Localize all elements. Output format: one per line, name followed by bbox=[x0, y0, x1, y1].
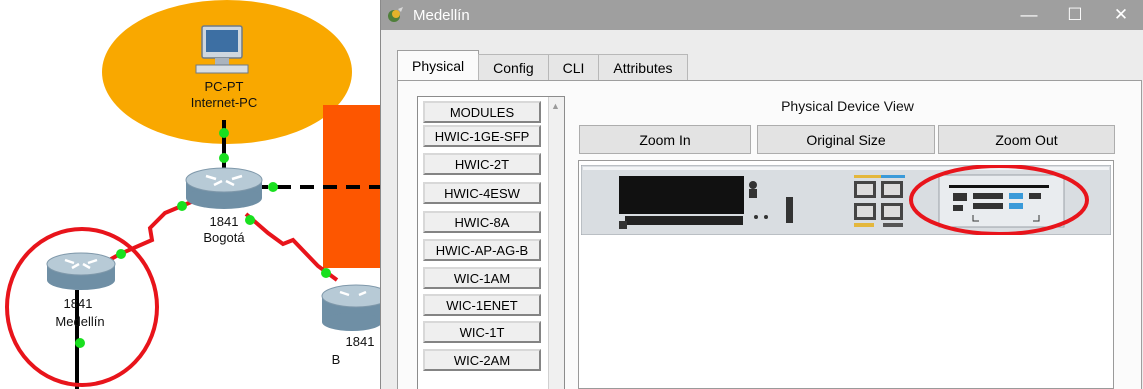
module-item-wic-1t[interactable]: WIC-1T bbox=[423, 321, 541, 343]
module-list[interactable]: MODULES HWIC-1GE-SFP HWIC-2T HWIC-4ESW H… bbox=[417, 96, 565, 389]
router-chassis-image bbox=[581, 165, 1111, 235]
zoom-out-button[interactable]: Zoom Out bbox=[938, 125, 1115, 154]
link-dot bbox=[219, 128, 229, 138]
module-item-wic-1am[interactable]: WIC-1AM bbox=[423, 267, 541, 289]
desktop-pc-icon[interactable] bbox=[195, 25, 249, 74]
module-item-wic-1enet[interactable]: WIC-1ENET bbox=[423, 294, 541, 316]
router-icon[interactable] bbox=[46, 252, 116, 290]
link-dot bbox=[116, 249, 126, 259]
window-title: Medellín bbox=[413, 6, 470, 24]
module-list-header[interactable]: MODULES bbox=[423, 101, 541, 123]
router-name-label: B bbox=[332, 352, 341, 367]
scroll-up-icon[interactable]: ▲ bbox=[551, 101, 560, 111]
minimize-button[interactable]: — bbox=[1006, 0, 1052, 30]
module-item-hwic-1ge-sfp[interactable]: HWIC-1GE-SFP bbox=[423, 125, 541, 147]
module-item-hwic-2t[interactable]: HWIC-2T bbox=[423, 153, 541, 175]
router-model-label: 1841 bbox=[64, 296, 93, 311]
link-dot bbox=[321, 268, 331, 278]
physical-device-view-title: Physical Device View bbox=[781, 98, 914, 114]
tab-attributes[interactable]: Attributes bbox=[598, 54, 688, 80]
router-icon[interactable] bbox=[185, 167, 263, 209]
module-list-scrollbar[interactable]: ▲ bbox=[548, 97, 564, 389]
link-dot bbox=[268, 182, 278, 192]
maximize-button[interactable]: ☐ bbox=[1052, 0, 1098, 30]
link-dot bbox=[177, 201, 187, 211]
link-dot bbox=[245, 215, 255, 225]
pc-name-label: Internet-PC bbox=[191, 95, 257, 110]
tab-physical[interactable]: Physical bbox=[397, 50, 480, 80]
original-size-button[interactable]: Original Size bbox=[757, 125, 935, 154]
device-view-canvas[interactable] bbox=[578, 160, 1114, 389]
module-item-wic-2am[interactable]: WIC-2AM bbox=[423, 349, 541, 371]
router-name-label: Bogotá bbox=[203, 230, 245, 245]
zoom-in-button[interactable]: Zoom In bbox=[579, 125, 751, 154]
device-window: Medellín — ☐ ✕ Physical Config CLI Attri… bbox=[380, 0, 1143, 389]
tab-config[interactable]: Config bbox=[478, 54, 549, 80]
module-item-hwic-ap-ag-b[interactable]: HWIC-AP-AG-B bbox=[423, 239, 541, 261]
close-button[interactable]: ✕ bbox=[1098, 0, 1143, 30]
router-name-label: Medellín bbox=[55, 314, 104, 329]
module-slot-1[interactable] bbox=[619, 176, 744, 214]
module-item-hwic-8a[interactable]: HWIC-8A bbox=[423, 211, 541, 233]
pc-type-label: PC-PT bbox=[205, 79, 244, 94]
module-item-hwic-4esw[interactable]: HWIC-4ESW bbox=[423, 182, 541, 204]
title-bar[interactable]: Medellín — ☐ ✕ bbox=[381, 0, 1143, 30]
router-model-label: 1841 bbox=[346, 334, 375, 349]
link-dot bbox=[219, 153, 229, 163]
router-model-label: 1841 bbox=[210, 214, 239, 229]
tab-cli[interactable]: CLI bbox=[547, 54, 600, 80]
tab-strip: Physical Config CLI Attributes bbox=[397, 50, 688, 80]
link-dot bbox=[75, 338, 85, 348]
packet-tracer-icon bbox=[381, 0, 411, 30]
